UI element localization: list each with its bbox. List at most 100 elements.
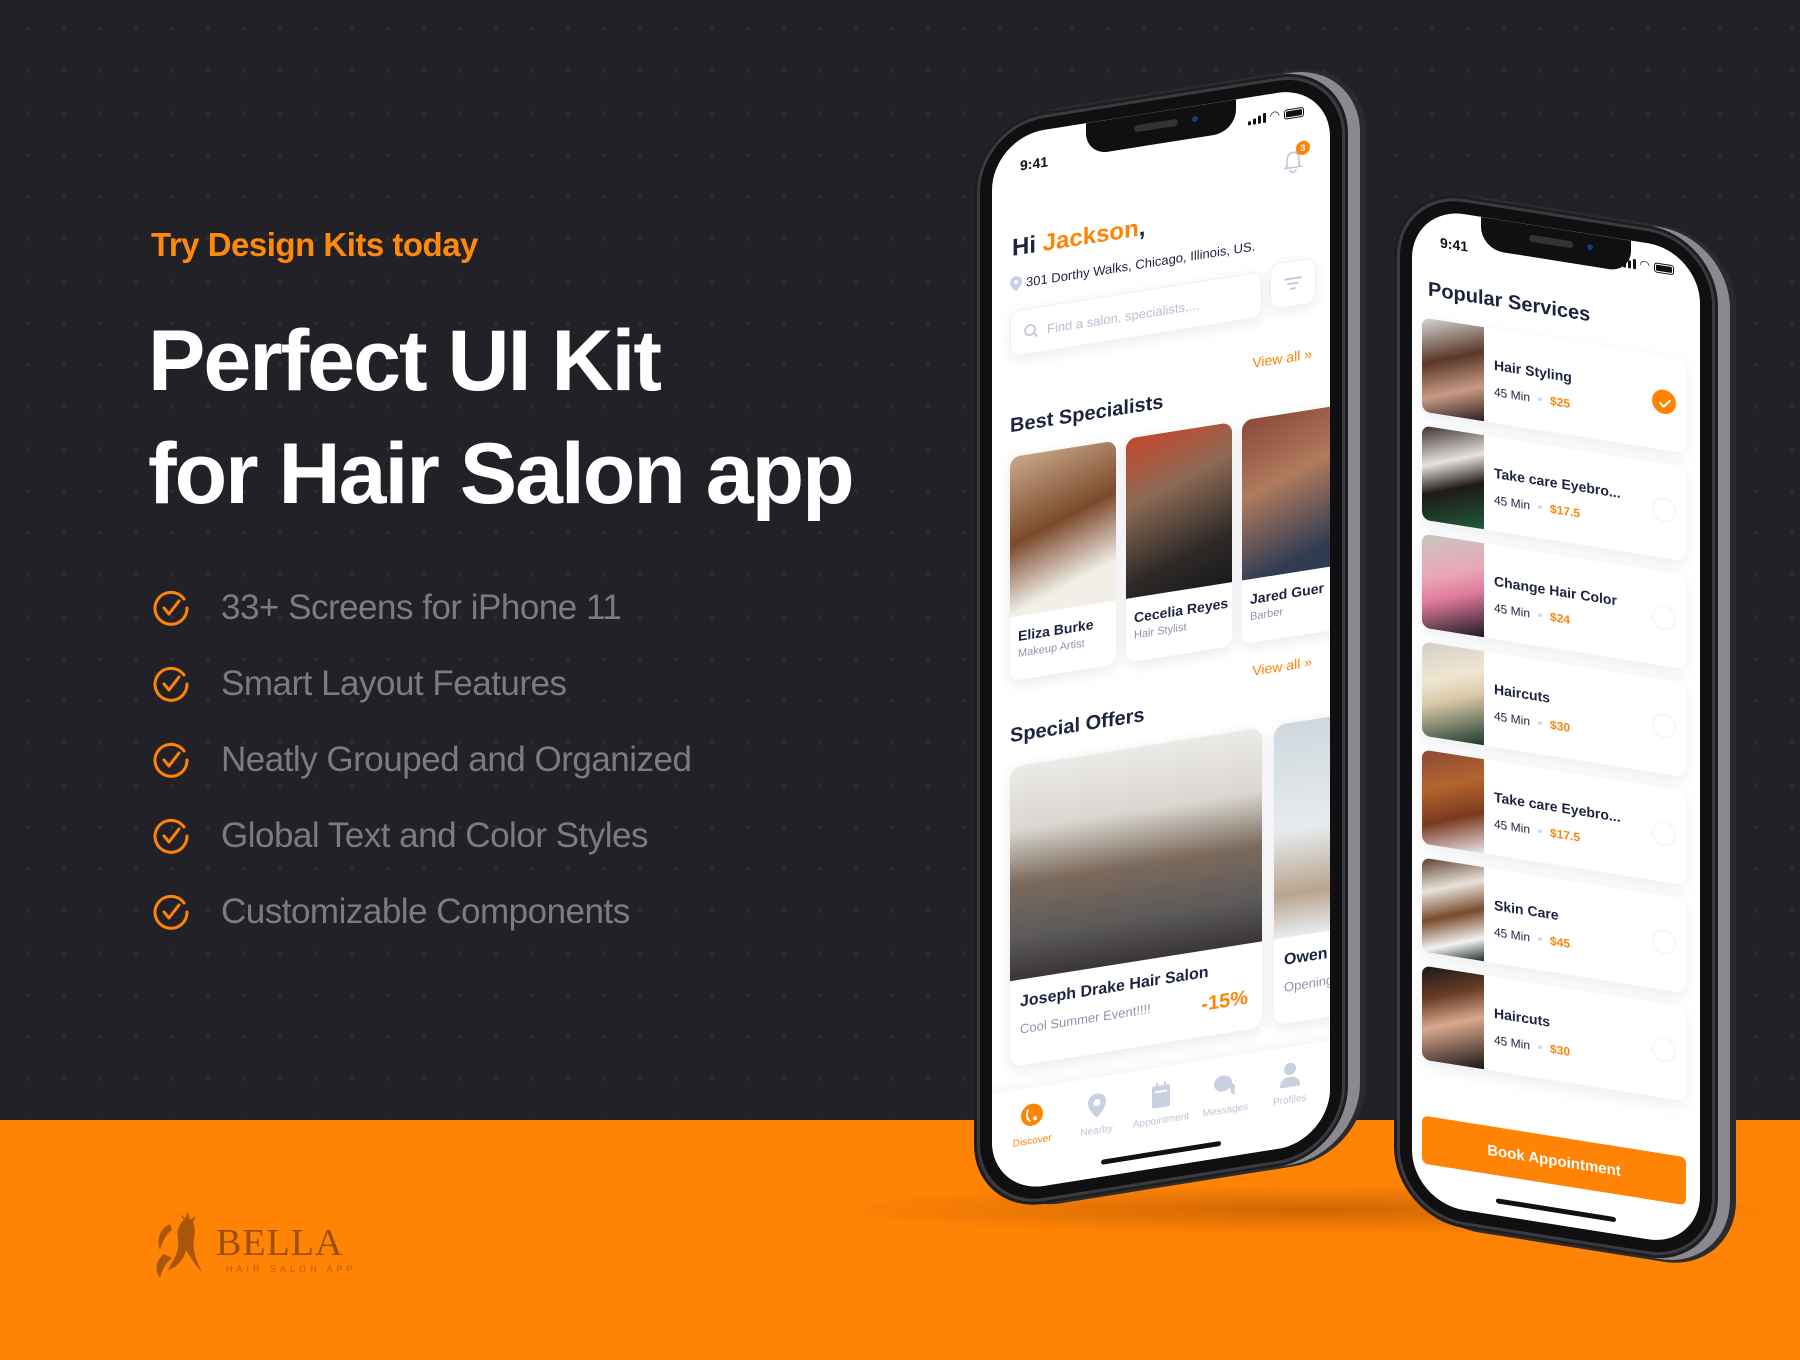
view-all-specialists-link[interactable]: View all »: [1252, 345, 1312, 370]
service-price: $17.5: [1550, 501, 1581, 521]
specialist-card[interactable]: Cecelia Reyes Hair Stylist: [1126, 422, 1232, 663]
offer-photo: [1274, 685, 1330, 940]
service-photo: [1422, 749, 1484, 854]
service-photo: [1422, 641, 1484, 746]
offer-photo: [1010, 727, 1262, 982]
wifi-icon: ◠: [1269, 107, 1280, 124]
service-photo: [1422, 425, 1484, 530]
check-circle-icon: [153, 818, 189, 854]
search-input[interactable]: [1047, 289, 1247, 336]
service-price: $45: [1550, 933, 1571, 951]
feature-item: Customizable Components: [151, 892, 691, 932]
service-price: $25: [1550, 393, 1571, 411]
battery-icon: [1654, 262, 1674, 276]
specialist-photo: [1126, 422, 1232, 599]
greeting: Hi Jackson,: [1012, 213, 1146, 262]
notification-bell-button[interactable]: 3: [1280, 139, 1310, 176]
phone-notch: [1481, 216, 1631, 273]
filter-button[interactable]: [1270, 256, 1316, 311]
service-select-checkbox[interactable]: [1652, 819, 1676, 848]
feature-text: Customizable Components: [221, 892, 630, 931]
chat-bubbles-icon: [1214, 1075, 1237, 1095]
search-icon: [1024, 324, 1038, 337]
tab-discover[interactable]: Discover: [1000, 1097, 1064, 1193]
logo-name: BELLA: [216, 1222, 344, 1264]
logo-tagline: HAIR SALON APP: [226, 1264, 357, 1274]
service-select-checkbox[interactable]: [1652, 387, 1676, 416]
service-select-checkbox[interactable]: [1652, 1035, 1676, 1064]
service-price: $30: [1550, 1041, 1571, 1059]
service-duration: 45 Min: [1494, 1032, 1531, 1053]
user-name: Jackson: [1042, 214, 1139, 258]
offer-card[interactable]: Owen I Opening: [1274, 685, 1330, 1026]
home-indicator: [1496, 1198, 1616, 1223]
calendar-icon: [1151, 1081, 1170, 1109]
feature-item: Global Text and Color Styles: [151, 816, 691, 856]
headline-line-1: Perfect UI Kit: [148, 313, 662, 409]
tab-label: Discover: [1012, 1132, 1052, 1150]
phone-notch: [1086, 99, 1236, 156]
service-duration: 45 Min: [1494, 600, 1531, 621]
service-select-checkbox[interactable]: [1652, 711, 1676, 740]
service-photo: [1422, 317, 1484, 422]
service-photo: [1422, 857, 1484, 962]
service-select-checkbox[interactable]: [1652, 603, 1676, 632]
offers-title: Special Offers: [1010, 703, 1145, 748]
service-name: Haircuts: [1494, 680, 1551, 706]
notification-badge: 3: [1296, 139, 1310, 156]
service-price: $17.5: [1550, 825, 1581, 845]
bella-logo: BELLA HAIR SALON APP: [150, 1210, 357, 1286]
status-time: 9:41: [1020, 153, 1049, 174]
home-screen: 9:41 ◠ 3 Hi Jackson, 301 Dorthy Walks, C…: [992, 84, 1330, 1195]
service-duration: 45 Min: [1494, 816, 1531, 837]
popular-services-title: Popular Services: [1428, 278, 1591, 327]
offer-card[interactable]: Joseph Drake Hair Salon Cool Summer Even…: [1010, 727, 1262, 1068]
service-name: Hair Styling: [1494, 356, 1572, 386]
check-circle-icon: [153, 666, 189, 702]
check-circle-icon: [153, 590, 189, 626]
specialist-photo: [1010, 440, 1116, 618]
service-duration: 45 Min: [1494, 924, 1531, 945]
feature-item: Neatly Grouped and Organized: [151, 740, 692, 780]
headline: Perfect UI Kit for Hair Salon app: [148, 305, 855, 531]
service-duration: 45 Min: [1494, 492, 1531, 513]
specialist-card[interactable]: Eliza Burke Makeup Artist: [1010, 440, 1116, 682]
phone-services-screen: 9:41 ◠ Popular Services Hair Styling 45 …: [1400, 192, 1712, 1262]
service-name: Skin Care: [1494, 896, 1559, 924]
view-all-offers-link[interactable]: View all »: [1252, 653, 1312, 678]
tab-profiles[interactable]: Profiles: [1258, 1056, 1322, 1152]
service-photo: [1422, 965, 1484, 1070]
filter-icon: [1284, 276, 1302, 290]
location-pin-icon: [1087, 1093, 1106, 1118]
tab-nearby[interactable]: Nearby: [1065, 1086, 1129, 1182]
feature-item: Smart Layout Features: [151, 664, 691, 704]
specialist-card[interactable]: Jared Guer Barber: [1242, 403, 1330, 645]
status-time: 9:41: [1440, 234, 1469, 255]
services-list: Hair Styling 45 Min $25 Take care Eyebro.…: [1422, 317, 1686, 1115]
wifi-icon: ◠: [1639, 256, 1650, 273]
headline-line-2: for Hair Salon app: [148, 426, 855, 522]
status-icons: ◠: [1617, 254, 1674, 276]
service-price: $24: [1550, 609, 1571, 627]
service-select-checkbox[interactable]: [1652, 927, 1676, 956]
offers-carousel: Joseph Drake Hair Salon Cool Summer Even…: [1010, 685, 1330, 1068]
check-circle-icon: [153, 742, 189, 778]
tab-label: Appointment: [1132, 1110, 1190, 1131]
location-pin-icon: [1010, 276, 1022, 292]
book-appointment-button[interactable]: Book Appointment: [1422, 1115, 1686, 1206]
woman-silhouette-icon: [156, 1212, 202, 1278]
tab-label: Nearby: [1080, 1122, 1113, 1140]
eyebrow-text: Try Design Kits today: [151, 226, 478, 263]
service-price: $30: [1550, 717, 1571, 735]
status-icons: ◠: [1247, 105, 1304, 126]
feature-list: 33+ Screens for iPhone 11 Smart Layout F…: [151, 588, 692, 968]
phone-home-screen: 9:41 ◠ 3 Hi Jackson, 301 Dorthy Walks, C…: [980, 70, 1342, 1209]
service-name: Haircuts: [1494, 1004, 1551, 1030]
service-photo: [1422, 533, 1484, 638]
feature-text: Global Text and Color Styles: [221, 816, 648, 855]
service-select-checkbox[interactable]: [1652, 495, 1676, 524]
signal-icon: [1247, 112, 1266, 126]
specialists-title: Best Specialists: [1010, 390, 1164, 438]
tab-label: Messages: [1202, 1101, 1249, 1120]
feature-text: Smart Layout Features: [221, 664, 567, 703]
